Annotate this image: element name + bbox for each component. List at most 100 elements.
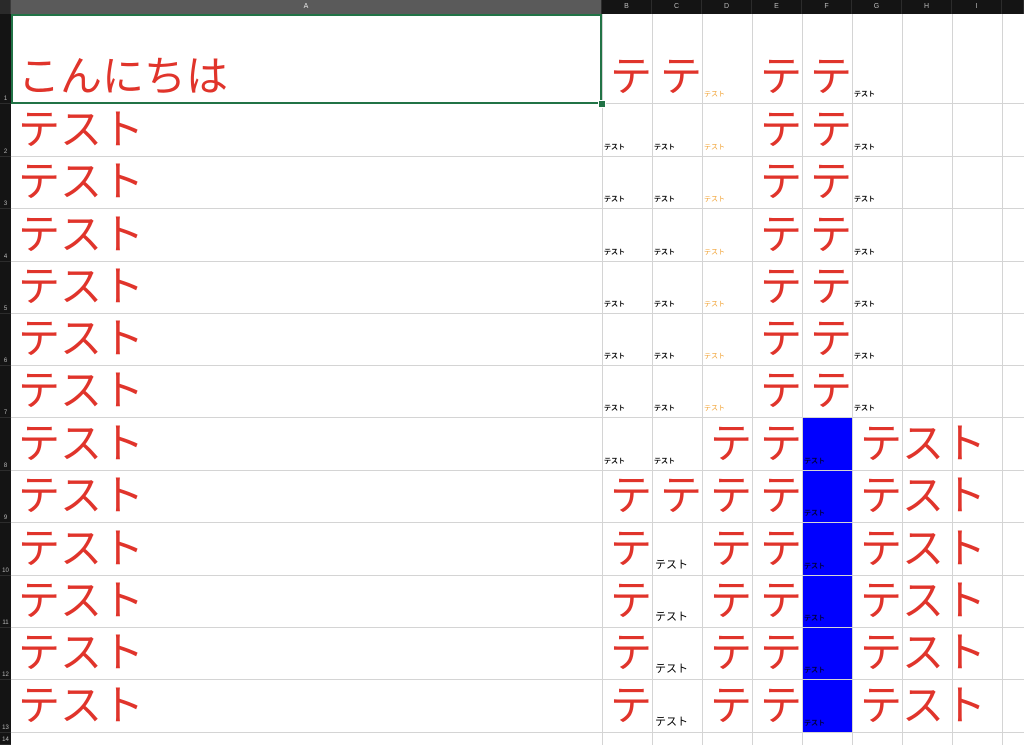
row-header-8[interactable]: 8: [0, 418, 11, 471]
cell-f5[interactable]: テ: [810, 266, 852, 308]
select-all-corner[interactable]: [0, 0, 11, 14]
row-header-10[interactable]: 10: [0, 523, 11, 576]
cell-e1[interactable]: テ: [760, 56, 802, 98]
cell-e2[interactable]: テ: [760, 109, 802, 151]
cell-e3[interactable]: テ: [760, 161, 802, 203]
cell-g8[interactable]: テスト: [860, 423, 986, 465]
cell-e8[interactable]: テ: [760, 423, 802, 465]
cell-e5[interactable]: テ: [760, 266, 802, 308]
row-header-14[interactable]: 14: [0, 733, 11, 745]
column-header-c[interactable]: C: [652, 0, 702, 14]
cell-d13[interactable]: テ: [710, 685, 752, 727]
cell-f2[interactable]: テ: [810, 109, 852, 151]
cell-b10[interactable]: テ: [610, 528, 652, 570]
cell-c6[interactable]: テスト: [654, 353, 675, 360]
row-header-2[interactable]: 2: [0, 104, 11, 157]
row-header-11[interactable]: 11: [0, 576, 11, 628]
cell-g4[interactable]: テスト: [854, 249, 875, 256]
column-header-f[interactable]: F: [802, 0, 852, 14]
cell-f11[interactable]: テスト: [804, 615, 825, 622]
cell-f6[interactable]: テ: [810, 318, 852, 360]
cell-f4[interactable]: テ: [810, 214, 852, 256]
row-header-6[interactable]: 6: [0, 314, 11, 366]
column-header-h[interactable]: H: [902, 0, 952, 14]
cell-e4[interactable]: テ: [760, 214, 802, 256]
cell-e11[interactable]: テ: [760, 580, 802, 622]
cell-f1[interactable]: テ: [810, 56, 852, 98]
cell-f8[interactable]: テスト: [804, 458, 825, 465]
row-header-13[interactable]: 13: [0, 680, 11, 733]
cell-g6[interactable]: テスト: [854, 353, 875, 360]
cell-b12[interactable]: テ: [610, 632, 652, 674]
cell-a8[interactable]: テスト: [18, 423, 144, 465]
cell-b6[interactable]: テスト: [604, 353, 625, 360]
cell-e12[interactable]: テ: [760, 632, 802, 674]
cell-b3[interactable]: テスト: [604, 196, 625, 203]
cell-c4[interactable]: テスト: [654, 249, 675, 256]
cell-c11[interactable]: テスト: [655, 611, 688, 622]
cell-f3[interactable]: テ: [810, 161, 852, 203]
cell-c5[interactable]: テスト: [654, 301, 675, 308]
cell-d11[interactable]: テ: [710, 580, 752, 622]
column-header-d[interactable]: D: [702, 0, 752, 14]
cell-d5[interactable]: テスト: [704, 301, 725, 308]
cell-c8[interactable]: テスト: [654, 458, 675, 465]
cell-a7[interactable]: テスト: [18, 370, 144, 412]
cell-g11[interactable]: テスト: [860, 580, 986, 622]
cell-e7[interactable]: テ: [760, 370, 802, 412]
cell-a13[interactable]: テスト: [18, 685, 144, 727]
cell-c10[interactable]: テスト: [655, 559, 688, 570]
row-header-5[interactable]: 5: [0, 262, 11, 314]
cell-a2[interactable]: テスト: [18, 109, 144, 151]
cell-g13[interactable]: テスト: [860, 685, 986, 727]
column-header-b[interactable]: B: [602, 0, 652, 14]
column-header-e[interactable]: E: [752, 0, 802, 14]
cell-a6[interactable]: テスト: [18, 318, 144, 360]
row-header-12[interactable]: 12: [0, 628, 11, 680]
cell-b9[interactable]: テ: [610, 475, 652, 517]
cell-g10[interactable]: テスト: [860, 528, 986, 570]
cell-g1[interactable]: テスト: [854, 91, 875, 98]
cell-d7[interactable]: テスト: [704, 405, 725, 412]
cell-d8[interactable]: テ: [710, 423, 752, 465]
cell-d4[interactable]: テスト: [704, 249, 725, 256]
cell-d9[interactable]: テ: [710, 475, 752, 517]
row-header-3[interactable]: 3: [0, 157, 11, 209]
cell-g3[interactable]: テスト: [854, 196, 875, 203]
cell-e9[interactable]: テ: [760, 475, 802, 517]
cell-d1[interactable]: テスト: [704, 91, 725, 98]
cell-e6[interactable]: テ: [760, 318, 802, 360]
cell-f9[interactable]: テスト: [804, 510, 825, 517]
cell-b1[interactable]: テ: [610, 56, 652, 98]
cell-c3[interactable]: テスト: [654, 196, 675, 203]
cell-a3[interactable]: テスト: [18, 161, 144, 203]
cell-f7[interactable]: テ: [810, 370, 852, 412]
spreadsheet-grid[interactable]: A B C D E F G H I 1 2 3 4 5 6 7 8 9 10 11 12 13 14 こんにちは テスト テストテ…: [0, 0, 1024, 745]
cell-d10[interactable]: テ: [710, 528, 752, 570]
cell-g2[interactable]: テスト: [854, 144, 875, 151]
cell-b5[interactable]: テスト: [604, 301, 625, 308]
cell-d3[interactable]: テスト: [704, 196, 725, 203]
cell-c2[interactable]: テスト: [654, 144, 675, 151]
cell-b7[interactable]: テスト: [604, 405, 625, 412]
fill-handle[interactable]: [598, 100, 606, 108]
cell-a4[interactable]: テスト: [18, 214, 144, 256]
column-header-extra[interactable]: [1002, 0, 1024, 14]
cell-e13[interactable]: テ: [760, 685, 802, 727]
cell-f13[interactable]: テスト: [804, 720, 825, 727]
cell-e10[interactable]: テ: [760, 528, 802, 570]
cell-g9[interactable]: テスト: [860, 475, 986, 517]
column-header-g[interactable]: G: [852, 0, 902, 14]
row-header-1[interactable]: 1: [0, 14, 11, 104]
cell-c7[interactable]: テスト: [654, 405, 675, 412]
row-header-9[interactable]: 9: [0, 471, 11, 523]
cell-d12[interactable]: テ: [710, 632, 752, 674]
cell-b11[interactable]: テ: [610, 580, 652, 622]
cell-a11[interactable]: テスト: [18, 580, 144, 622]
cell-g12[interactable]: テスト: [860, 632, 986, 674]
cell-g7[interactable]: テスト: [854, 405, 875, 412]
row-header-7[interactable]: 7: [0, 366, 11, 418]
column-header-i[interactable]: I: [952, 0, 1002, 14]
cell-a12[interactable]: テスト: [18, 632, 144, 674]
cell-c12[interactable]: テスト: [655, 663, 688, 674]
